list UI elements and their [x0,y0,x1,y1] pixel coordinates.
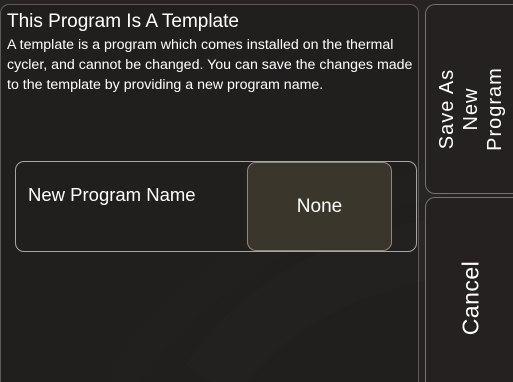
cancel-label: Cancel [457,260,483,336]
dialog-description: A template is a program which comes inst… [7,37,413,93]
template-dialog-panel: This Program Is A Template A template is… [0,4,419,382]
save-as-new-program-label: Save As New Program [435,67,506,151]
dialog-title: This Program Is A Template [7,11,239,32]
new-program-name-label: New Program Name [28,184,196,205]
new-program-name-value: None [296,195,343,217]
new-program-name-field[interactable]: None [247,162,392,251]
new-program-name-row: New Program Name None [15,161,417,252]
cancel-button[interactable]: Cancel [425,197,513,382]
save-as-new-program-button[interactable]: Save As New Program [425,4,513,194]
